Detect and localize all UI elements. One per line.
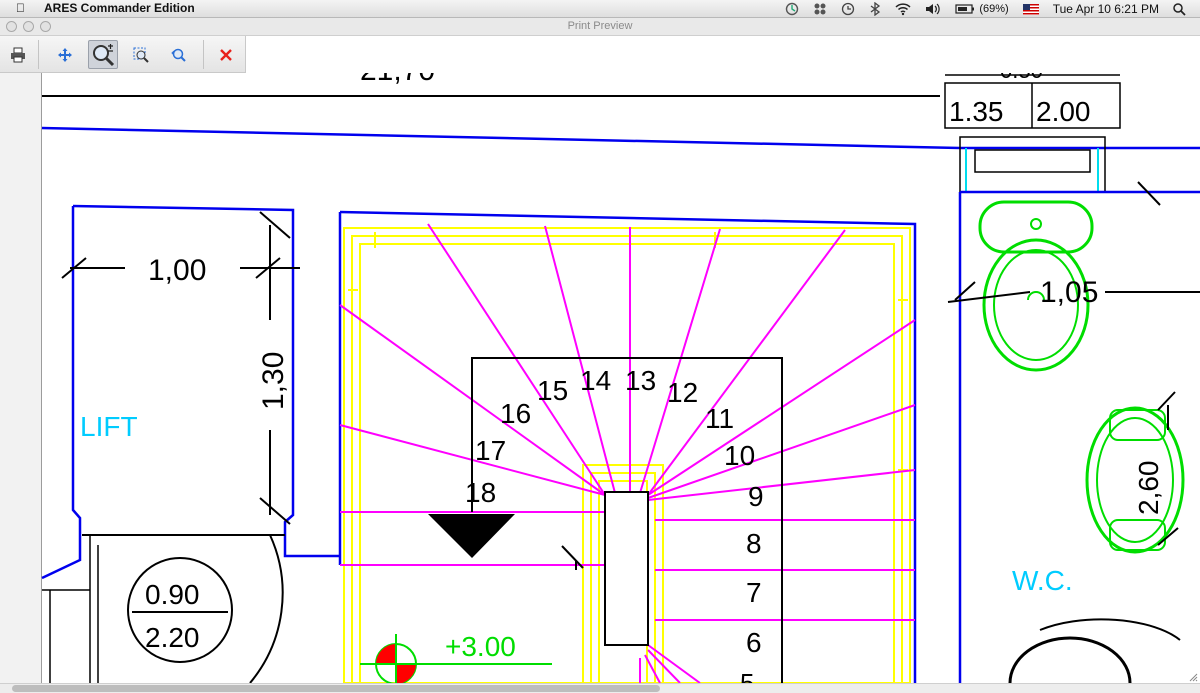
apple-menu-icon[interactable]:  [16, 1, 25, 15]
clock[interactable]: Tue Apr 10 6:21 PM [1053, 2, 1159, 16]
lift-label: LIFT [80, 411, 138, 442]
step-number: 12 [667, 377, 698, 408]
step-number: 17 [475, 435, 506, 466]
step-number: 16 [500, 398, 531, 429]
horizontal-scrollbar[interactable] [0, 683, 1200, 693]
zoom-previous-icon [171, 48, 186, 62]
print-button[interactable] [3, 40, 33, 69]
window-opening [959, 136, 1106, 193]
pan-icon [58, 47, 72, 62]
battery-status[interactable]: (69%) [955, 3, 1009, 15]
step-number: 10 [724, 440, 755, 471]
print-preview-canvas[interactable]: 21,70 0.50 1.35 2.00 LIFT [0, 73, 1200, 683]
close-preview-button[interactable] [211, 40, 241, 69]
printer-icon [11, 47, 25, 62]
window-title: Print Preview [567, 20, 633, 32]
step-number: 7 [746, 577, 762, 608]
scrollbar-thumb[interactable] [12, 685, 660, 692]
spotlight-icon[interactable] [1173, 2, 1186, 16]
door-height-text: 2.20 [145, 622, 200, 653]
app-switcher-icon[interactable] [813, 2, 827, 16]
zoom-window-icon [133, 47, 149, 63]
menu-bar:  ARES Commander Edition (69%) Tue Apr 1… [0, 0, 1200, 18]
step-number: 9 [748, 481, 764, 512]
resize-grip-icon[interactable] [1188, 672, 1198, 682]
wc-width-text: 1,05 [1040, 276, 1098, 309]
table-partial-top-text: 0.50 [1000, 73, 1043, 83]
zoom-realtime-icon [93, 43, 115, 66]
exterior-wall-line [41, 126, 1200, 150]
step-number: 15 [537, 375, 568, 406]
door-schedule-table: 0.50 1.35 2.00 [944, 73, 1121, 129]
toolbar-separator [203, 40, 204, 69]
wc-length-text: 2,60 [1133, 461, 1164, 516]
top-dimension-text: 21,70 [360, 73, 435, 87]
app-name-menu[interactable]: ARES Commander Edition [44, 1, 195, 15]
step-number: 11 [705, 403, 734, 434]
table-cell-left-text: 1.35 [949, 96, 1004, 127]
step-number: 6 [746, 627, 762, 658]
sync-icon[interactable] [785, 2, 799, 16]
lift-door: 0.90 2.20 [42, 534, 285, 683]
wifi-icon[interactable] [895, 2, 911, 16]
battery-icon [955, 4, 975, 14]
zoom-window-button[interactable] [126, 40, 156, 69]
lift-width-text: 1,00 [148, 254, 206, 287]
step-number: 5 [740, 668, 754, 683]
battery-percent: (69%) [979, 3, 1009, 15]
door-width-text: 0.90 [145, 579, 200, 610]
step-number: 8 [746, 528, 762, 559]
zoom-previous-button[interactable] [164, 40, 194, 69]
volume-icon[interactable] [925, 2, 941, 16]
lift-depth-text: 1,30 [257, 352, 290, 410]
bluetooth-icon[interactable] [869, 2, 881, 16]
step-number: 14 [580, 365, 611, 396]
us-flag-icon[interactable] [1022, 3, 1039, 15]
print-preview-toolbar [0, 36, 246, 73]
level-text: +3.00 [445, 631, 516, 662]
step-number: 18 [465, 477, 496, 508]
level-marker: +3.00 [360, 631, 552, 683]
zoom-realtime-button[interactable] [88, 40, 118, 69]
staircase: 5 6 7 8 9 10 11 12 13 14 15 16 17 18 [338, 210, 917, 683]
lift-shaft: LIFT 1,00 1,30 [41, 204, 340, 580]
wc-label: W.C. [1012, 565, 1073, 596]
table-cell-right-text: 2.00 [1036, 96, 1091, 127]
wc-room: 1,05 2,60 W.C. [947, 181, 1200, 683]
step-number: 13 [625, 365, 656, 396]
close-icon [220, 48, 232, 61]
time-machine-icon[interactable] [841, 2, 855, 16]
window-title-bar: Print Preview [0, 18, 1200, 36]
toolbar-separator [38, 40, 39, 69]
floor-plan-drawing: 21,70 0.50 1.35 2.00 LIFT [41, 73, 1200, 683]
status-area: (69%) Tue Apr 10 6:21 PM [785, 0, 1200, 18]
pan-button[interactable] [50, 40, 80, 69]
